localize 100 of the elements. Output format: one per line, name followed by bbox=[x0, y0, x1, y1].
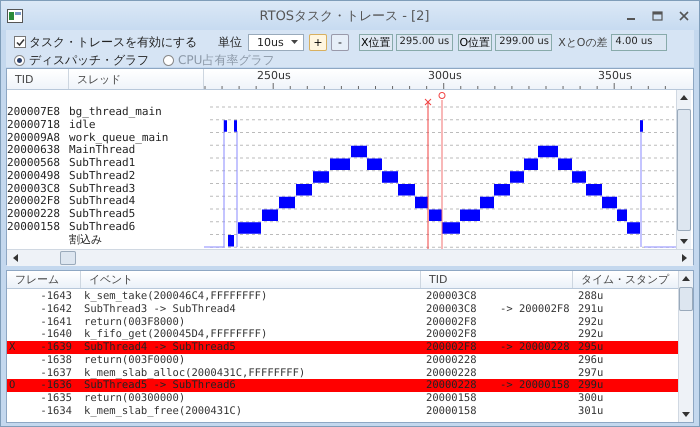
highlighted-row[interactable]: O -1636 SubThread5 -> SubThread6 20000228 -> 20000158 299u bbox=[7, 379, 678, 392]
app-icon bbox=[7, 8, 23, 22]
tid-cell-text: 200002F8 bbox=[426, 328, 478, 341]
event-cell-text: SubThread4 -> SubThread5 bbox=[84, 341, 237, 354]
thread-id: 200009A8 bbox=[7, 132, 61, 144]
o-position-field: 299.00 us bbox=[495, 34, 552, 50]
thread-name: SubThread4 bbox=[69, 195, 136, 208]
enable-trace-checkbox[interactable]: タスク・トレースを有効にする bbox=[14, 34, 214, 50]
frame-cell-text: -1642 bbox=[39, 302, 72, 316]
timestamp-cell-text: 296u bbox=[578, 354, 604, 366]
scroll-down-icon[interactable] bbox=[682, 412, 690, 417]
x-position-button[interactable]: X位置 bbox=[359, 34, 393, 50]
zoom-out-button[interactable]: - bbox=[331, 34, 349, 50]
frame-cell-text: -1643 bbox=[39, 290, 72, 303]
event-cell-text: return(003F0000) bbox=[84, 354, 186, 366]
thread-id: 20000568 bbox=[7, 157, 61, 170]
timestamp-cell-text: 299u bbox=[578, 379, 604, 392]
maximize-icon[interactable] bbox=[652, 10, 663, 20]
frame-cell-text: -1638 bbox=[39, 354, 72, 366]
scrollbar-thumb[interactable] bbox=[60, 251, 76, 265]
thread-name: SubThread1 bbox=[69, 157, 136, 170]
thread-id: 200003C8 bbox=[7, 182, 61, 196]
thread-name: work_queue_main bbox=[69, 132, 168, 144]
timestamp-cell-text: 288u bbox=[578, 290, 604, 303]
horizontal-scrollbar[interactable] bbox=[7, 249, 693, 266]
event-cell-text: k_fifo_get(200045D4,FFFFFFFF) bbox=[84, 328, 268, 341]
timestamp-cell-text: 291u bbox=[578, 302, 604, 316]
timestamp-cell-text: 295u bbox=[578, 341, 604, 354]
thread-id: 20000158 bbox=[7, 220, 61, 234]
unit-dropdown[interactable]: 10us bbox=[248, 34, 304, 50]
time-axis-label: 350us bbox=[598, 69, 632, 82]
frame-cell-text: -1634 bbox=[39, 404, 72, 418]
frame-cell-text: -1641 bbox=[39, 316, 72, 328]
cursor-marker: X bbox=[9, 341, 16, 353]
column-header[interactable]: フレーム bbox=[7, 271, 81, 288]
thread-id: 20000498 bbox=[7, 170, 61, 182]
event-cell-text: k_sem_take(200046C4,FFFFFFFF) bbox=[84, 290, 268, 303]
event-cell-text: return(00300000) bbox=[84, 392, 186, 405]
graph-mode-radio[interactable]: ディスパッチ・グラフ bbox=[14, 52, 149, 68]
thread-id: 20000638 bbox=[7, 144, 61, 157]
event-cell-text: return(003F8000) bbox=[84, 316, 186, 328]
tid-cell-text: 20000228 bbox=[426, 366, 478, 380]
column-header[interactable]: TID bbox=[7, 69, 69, 89]
thread-id: 20000228 bbox=[7, 208, 61, 221]
thread-id: 200002F8 bbox=[7, 195, 61, 208]
thread-name: SubThread5 bbox=[69, 208, 136, 221]
tid-cell-text: 200003C8 bbox=[426, 290, 478, 303]
time-axis-label: 300us bbox=[428, 69, 462, 82]
vertical-scrollbar[interactable] bbox=[676, 90, 691, 249]
thread-name: SubThread6 bbox=[69, 220, 136, 234]
scroll-up-icon[interactable] bbox=[682, 276, 690, 281]
o-position-button[interactable]: O位置 bbox=[458, 34, 492, 50]
close-icon[interactable] bbox=[679, 10, 689, 20]
thread-name: bg_thread_main bbox=[69, 106, 162, 119]
thread-id: 20000718 bbox=[7, 118, 61, 132]
unit-label: 単位 bbox=[218, 34, 242, 50]
tid-cell-text: 20000228 bbox=[426, 354, 478, 366]
scroll-left-icon[interactable] bbox=[13, 254, 18, 262]
timestamp-cell-text: 297u bbox=[578, 366, 604, 380]
event-cell-text: k_mem_slab_free(2000431C) bbox=[84, 404, 244, 418]
tid-cell-text: 20000158 bbox=[426, 404, 478, 418]
window-title: RTOSタスク・トレース - [2] bbox=[258, 8, 430, 24]
checkmark-icon bbox=[16, 38, 24, 46]
column-header[interactable]: スレッド bbox=[69, 69, 204, 89]
event-cell-text: SubThread5 -> SubThread6 bbox=[84, 379, 237, 392]
tid-cell-text: 200002F8 bbox=[426, 341, 478, 354]
timestamp-cell-text: 292u bbox=[578, 328, 604, 341]
timestamp-cell-text: 300u bbox=[578, 392, 604, 405]
target-tid-cell: -> 20000228 bbox=[500, 341, 570, 353]
target-tid-cell: -> 20000158 bbox=[500, 379, 570, 392]
frame-cell-text: -1636 bbox=[39, 379, 72, 392]
event-cell-text: SubThread3 -> SubThread4 bbox=[84, 302, 237, 316]
scroll-right-icon[interactable] bbox=[682, 254, 687, 262]
zoom-in-button[interactable]: + bbox=[309, 34, 327, 50]
x-marker-icon bbox=[424, 98, 432, 106]
column-header[interactable]: TID bbox=[421, 271, 573, 288]
vertical-scrollbar[interactable] bbox=[678, 271, 693, 422]
thread-name: 割込み bbox=[69, 234, 102, 246]
column-header[interactable]: タイム・スタンプ bbox=[573, 271, 678, 288]
highlighted-row[interactable]: X -1639 SubThread4 -> SubThread5 200002F8 -> 20000228 295u bbox=[7, 341, 678, 354]
tid-cell-text: 200002F8 bbox=[426, 316, 478, 328]
target-tid-cell: -> 200002F8 bbox=[500, 302, 570, 315]
time-axis-label: 250us bbox=[257, 69, 291, 82]
difference-field: 4.00 us bbox=[611, 34, 668, 50]
tid-cell-text: 200003C8 bbox=[426, 302, 478, 316]
caret-icon bbox=[291, 40, 298, 44]
column-header[interactable]: イベント bbox=[81, 271, 421, 288]
scrollbar-thumb[interactable] bbox=[679, 287, 693, 311]
timestamp-cell-text: 301u bbox=[578, 404, 604, 418]
thread-name: MainThread bbox=[69, 144, 136, 157]
difference-label: XとOの差 bbox=[558, 34, 608, 50]
frame-cell-text: -1640 bbox=[39, 328, 72, 341]
scroll-up-icon[interactable] bbox=[680, 95, 688, 100]
frame-cell-text: -1637 bbox=[39, 366, 72, 380]
scroll-down-icon[interactable] bbox=[680, 239, 688, 244]
tid-cell-text: 20000158 bbox=[426, 392, 478, 405]
scrollbar-thumb[interactable] bbox=[677, 108, 691, 230]
frame-cell-text: -1635 bbox=[39, 392, 72, 405]
o-marker-icon bbox=[438, 92, 446, 99]
tid-cell-text: 20000228 bbox=[426, 379, 478, 392]
